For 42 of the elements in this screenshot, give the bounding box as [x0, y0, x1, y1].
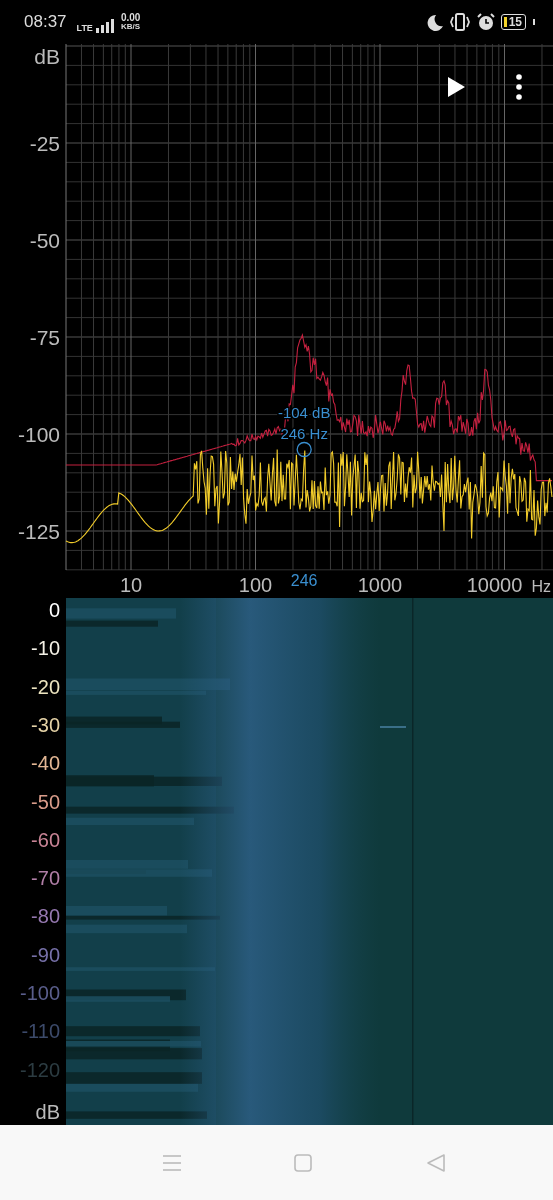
- cursor-frequency: 246 Hz: [280, 424, 328, 442]
- scale-unit: dB: [35, 1101, 60, 1123]
- scale-label: -30: [31, 713, 60, 736]
- moon-icon: [426, 13, 443, 31]
- battery-indicator: 15: [500, 14, 526, 30]
- speed-value: 0.00: [120, 13, 141, 22]
- menu-button[interactable]: [516, 74, 522, 100]
- axis-label: -75: [29, 326, 60, 349]
- axis-unit: Hz: [531, 578, 551, 595]
- scale-label: -50: [31, 790, 60, 813]
- axis-label: -100: [17, 423, 60, 446]
- scale-label: -100: [19, 982, 60, 1004]
- scale-label: -40: [31, 752, 60, 775]
- scale-label: -90: [31, 943, 60, 966]
- network-type: LTE: [76, 23, 93, 33]
- signal-icon: [95, 19, 116, 33]
- vibrate-icon: [448, 13, 471, 31]
- scale-label: -70: [31, 867, 60, 890]
- scale-label: -80: [31, 905, 60, 928]
- scale-label: -20: [31, 675, 60, 698]
- axis-label: -50: [29, 229, 60, 252]
- home-button[interactable]: [292, 1152, 313, 1173]
- axis-label: 10000: [466, 574, 523, 596]
- cursor-marker: [296, 441, 312, 458]
- menu-icon[interactable]: [161, 1153, 182, 1172]
- scale-label: 0: [48, 599, 60, 621]
- axis-unit: dB: [34, 45, 60, 68]
- scale-label: -110: [21, 1020, 60, 1043]
- alarm-icon: [476, 13, 495, 31]
- scale-label: -10: [31, 637, 60, 660]
- cursor-axis-label: 246: [290, 572, 318, 589]
- axis-label: -125: [17, 520, 60, 543]
- play-button[interactable]: [448, 77, 465, 97]
- speed-unit: KB/S: [121, 22, 141, 31]
- axis-label: -25: [29, 132, 60, 155]
- axis-label: 10: [119, 574, 143, 596]
- back-button[interactable]: [425, 1152, 446, 1173]
- clock: 08:37: [24, 12, 67, 32]
- scale-label: -120: [19, 1058, 60, 1081]
- scale-label: -60: [31, 828, 60, 851]
- axis-label: 1000: [357, 574, 403, 596]
- axis-label: 100: [238, 574, 273, 596]
